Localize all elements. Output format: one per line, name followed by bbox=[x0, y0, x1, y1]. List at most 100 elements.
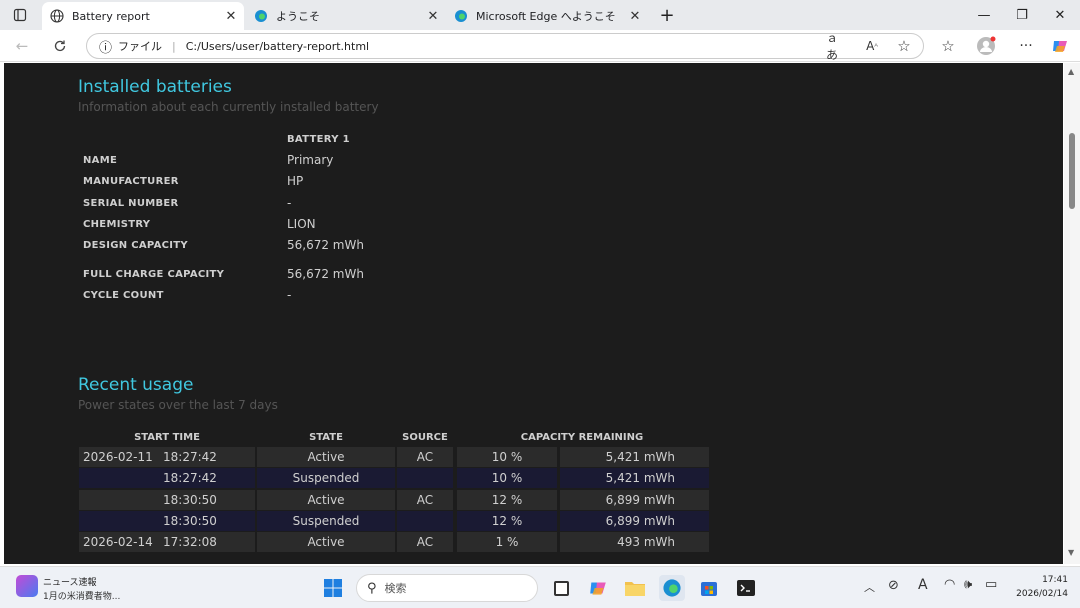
row-pct: 10 % bbox=[491, 471, 523, 486]
row-state: Suspended bbox=[292, 513, 360, 528]
edge-taskbar-icon[interactable] bbox=[659, 575, 685, 601]
url-box[interactable]: ⓘ ファイル | C:/Users/user/battery-report.ht… bbox=[86, 33, 924, 59]
table-cell: 18:30:50 bbox=[79, 489, 255, 510]
table-cell: 18:30:50 bbox=[79, 510, 255, 531]
field-value: 56,672 mWh bbox=[287, 267, 364, 281]
page-scrollbar[interactable]: ▲ ▼ bbox=[1064, 63, 1080, 564]
close-tab-icon[interactable]: ✕ bbox=[626, 9, 644, 24]
url-text[interactable]: C:/Users/user/battery-report.html bbox=[186, 40, 369, 53]
minimize-button[interactable]: — bbox=[964, 0, 1004, 30]
favorites-icon[interactable]: ☆ bbox=[938, 37, 958, 55]
row-mwh: 493 mWh bbox=[617, 535, 675, 550]
tab-title: Microsoft Edge へようこそ bbox=[476, 10, 616, 23]
terminal-icon[interactable] bbox=[733, 575, 759, 601]
taskbar: ニュース速報 1月の米消費者物... ⚲ 検索 ︿ ⊘ A ◠ 🕪 ▭ 17:4… bbox=[0, 566, 1080, 608]
separator: | bbox=[172, 39, 176, 53]
table-row: 2026-02-14 17:32:08 Active AC 1 % 493 mWh bbox=[79, 532, 709, 553]
field-label: MANUFACTURER bbox=[83, 176, 179, 187]
tab-actions-icon[interactable] bbox=[0, 0, 40, 30]
tray-app-icon[interactable]: ⊘ bbox=[888, 578, 899, 593]
row-state: Active bbox=[307, 492, 345, 507]
wifi-icon[interactable]: ◠ bbox=[944, 577, 955, 592]
copilot-taskbar-icon[interactable] bbox=[585, 575, 611, 601]
task-view-icon[interactable] bbox=[548, 575, 574, 601]
news-widget-icon[interactable] bbox=[16, 575, 38, 597]
tab-battery-report[interactable]: Battery report ✕ bbox=[42, 2, 244, 30]
table-cell: 2026-02-11 18:27:42 bbox=[79, 447, 255, 467]
row-source: AC bbox=[416, 492, 434, 507]
battery-icon[interactable]: ▭ bbox=[985, 577, 997, 592]
table-cell: Active bbox=[257, 447, 395, 467]
profile-avatar[interactable] bbox=[976, 36, 996, 55]
edge-icon bbox=[455, 10, 467, 22]
row-state: Suspended bbox=[292, 471, 360, 486]
close-tab-icon[interactable]: ✕ bbox=[424, 9, 442, 24]
table-cell: Active bbox=[257, 489, 395, 510]
table-cell: 6,899 mWh bbox=[560, 510, 709, 531]
row-source: AC bbox=[416, 450, 434, 464]
table-cell: AC bbox=[397, 447, 453, 467]
start-icon[interactable] bbox=[320, 575, 346, 601]
table-row: 2026-02-11 18:27:42 Active AC 10 % 5,421 mWh bbox=[79, 447, 709, 467]
read-aloud-text-icon[interactable]: Aᴬ bbox=[862, 37, 882, 55]
news-title[interactable]: ニュース速報 bbox=[43, 575, 97, 588]
field-label: FULL CHARGE CAPACITY bbox=[83, 269, 225, 280]
clock-time[interactable]: 17:41 bbox=[1010, 575, 1068, 585]
tab-welcome[interactable]: ようこそ ✕ bbox=[246, 2, 446, 30]
favorite-star-icon[interactable]: ☆ bbox=[894, 37, 914, 55]
table-cell: Suspended bbox=[257, 510, 395, 531]
field-label: CHEMISTRY bbox=[83, 219, 151, 230]
table-cell: 6,899 mWh bbox=[560, 489, 709, 510]
clock-date[interactable]: 2026/02/14 bbox=[1006, 589, 1068, 599]
table-cell bbox=[397, 510, 453, 531]
row-pct: 12 % bbox=[491, 513, 523, 528]
table-cell: Active bbox=[257, 532, 395, 553]
row-pct: 12 % bbox=[491, 492, 523, 507]
back-button[interactable]: ← bbox=[10, 34, 34, 58]
info-icon[interactable]: ⓘ bbox=[99, 37, 112, 56]
row-source: AC bbox=[416, 535, 434, 550]
row-state: Active bbox=[307, 535, 345, 550]
field-label: NAME bbox=[83, 155, 118, 166]
table-row: 18:27:42 Suspended 10 % 5,421 mWh bbox=[79, 468, 709, 489]
scrollbar-thumb[interactable] bbox=[1069, 133, 1075, 209]
close-tab-icon[interactable]: ✕ bbox=[222, 9, 240, 24]
ime-indicator-icon[interactable]: A bbox=[918, 577, 928, 593]
scroll-up-icon[interactable]: ▲ bbox=[1068, 67, 1074, 76]
recent-usage-subtitle: Power states over the last 7 days bbox=[78, 398, 278, 412]
refresh-button[interactable] bbox=[48, 34, 72, 58]
field-value: 56,672 mWh bbox=[287, 238, 364, 252]
new-tab-button[interactable]: + bbox=[652, 0, 682, 30]
store-icon[interactable] bbox=[696, 575, 722, 601]
table-cell: 18:27:42 bbox=[79, 468, 255, 489]
report-page: Installed batteries Information about ea… bbox=[4, 63, 1063, 564]
scroll-down-icon[interactable]: ▼ bbox=[1068, 548, 1074, 557]
table-cell: 1 % bbox=[457, 532, 557, 553]
refresh-icon bbox=[54, 40, 66, 52]
news-subtitle[interactable]: 1月の米消費者物... bbox=[43, 589, 120, 602]
tab-title: Battery report bbox=[72, 9, 150, 23]
table-cell: 10 % bbox=[457, 447, 557, 467]
close-window-button[interactable]: ✕ bbox=[1040, 0, 1080, 30]
volume-icon[interactable]: 🕪 bbox=[964, 577, 972, 592]
tray-chevron-icon[interactable]: ︿ bbox=[864, 579, 875, 595]
recent-usage-title: Recent usage bbox=[78, 375, 194, 395]
tab-edge-welcome[interactable]: Microsoft Edge へようこそ ✕ bbox=[446, 2, 648, 30]
file-explorer-icon[interactable] bbox=[622, 575, 648, 601]
taskbar-search[interactable]: ⚲ 検索 bbox=[356, 574, 538, 602]
row-time: 18:30:50 bbox=[163, 492, 217, 507]
restore-button[interactable]: ❐ bbox=[1002, 0, 1042, 30]
table-cell: 12 % bbox=[457, 510, 557, 531]
copilot-icon[interactable] bbox=[1050, 37, 1070, 55]
col-header-state: STATE bbox=[309, 432, 343, 443]
table-cell: 2026-02-14 17:32:08 bbox=[79, 532, 255, 553]
table-cell: Suspended bbox=[257, 468, 395, 489]
installed-batteries-title: Installed batteries bbox=[78, 77, 232, 97]
table-row: 18:30:50 Suspended 12 % 6,899 mWh bbox=[79, 510, 709, 531]
more-menu-icon[interactable]: ··· bbox=[1016, 37, 1036, 55]
row-mwh: 6,899 mWh bbox=[605, 513, 675, 528]
row-time: 17:32:08 bbox=[163, 535, 217, 550]
field-value: - bbox=[287, 196, 292, 210]
read-aloud-icon[interactable]: ａあ bbox=[826, 31, 846, 62]
row-pct: 10 % bbox=[491, 450, 523, 464]
